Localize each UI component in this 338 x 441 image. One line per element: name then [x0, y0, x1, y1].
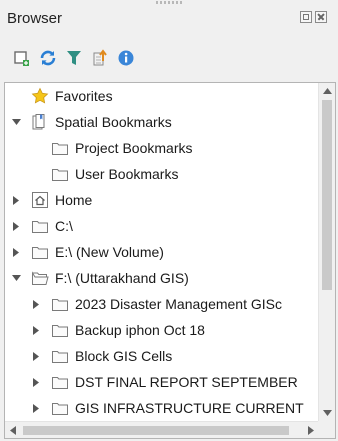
bookmark-icon: [31, 113, 49, 131]
scroll-down-icon[interactable]: [319, 405, 335, 421]
tree-item-label: Backup iphon Oct 18: [75, 322, 205, 338]
float-icon[interactable]: [300, 11, 312, 23]
tree-item-label: DST FINAL REPORT SEPTEMBER: [75, 374, 298, 390]
collapse-all-icon[interactable]: [90, 48, 110, 68]
scroll-right-icon[interactable]: [303, 422, 319, 438]
panel-drag-grip[interactable]: [156, 1, 182, 4]
chevron-right-icon[interactable]: [31, 317, 41, 343]
tree-item-label: E:\ (New Volume): [55, 244, 164, 260]
scrollbar-corner: [318, 421, 335, 438]
browser-tree: Favorites Spatial Bookmarks Project Bookma…: [4, 82, 336, 439]
star-icon: [31, 87, 49, 105]
chevron-down-icon[interactable]: [11, 109, 21, 135]
folder-icon: [31, 243, 49, 261]
filter-icon[interactable]: [64, 48, 84, 68]
scroll-up-icon[interactable]: [319, 83, 335, 99]
folder-icon: [51, 139, 69, 157]
tree-item-home[interactable]: Home: [5, 187, 319, 213]
vertical-scrollbar[interactable]: [318, 83, 335, 421]
folder-icon: [51, 399, 69, 417]
folder-icon: [51, 321, 69, 339]
tree-item-spatial-bookmarks[interactable]: Spatial Bookmarks: [5, 109, 319, 135]
folder-icon: [51, 347, 69, 365]
panel-titlebar: Browser: [0, 6, 338, 32]
tree-item-f-uttarakhand-gis[interactable]: F:\ (Uttarakhand GIS): [5, 265, 319, 291]
tree-item-block-gis-cells[interactable]: Block GIS Cells: [5, 343, 319, 369]
tree-item-label: C:\: [55, 218, 73, 234]
tree-item-label: Home: [55, 192, 93, 208]
tree-item-dst-final-report-september[interactable]: DST FINAL REPORT SEPTEMBER: [5, 369, 319, 395]
tree-item-label: Spatial Bookmarks: [55, 114, 172, 130]
folder-open-icon: [31, 269, 49, 287]
tree-item-label: GIS INFRASTRUCTURE CURRENT: [75, 400, 304, 416]
tree-item-label: Block GIS Cells: [75, 348, 173, 364]
scroll-left-icon[interactable]: [5, 422, 21, 438]
home-icon: [31, 191, 49, 209]
tree-rows: Favorites Spatial Bookmarks Project Bookma…: [5, 83, 319, 421]
chevron-down-icon[interactable]: [11, 265, 21, 291]
chevron-right-icon[interactable]: [31, 291, 41, 317]
tree-item-c[interactable]: C:\: [5, 213, 319, 239]
horizontal-scrollbar[interactable]: [5, 421, 319, 438]
chevron-right-icon[interactable]: [11, 239, 21, 265]
browser-toolbar: [12, 48, 136, 70]
chevron-right-icon[interactable]: [31, 369, 41, 395]
chevron-right-icon[interactable]: [11, 213, 21, 239]
close-icon[interactable]: [315, 11, 327, 23]
tree-item-e-new-volume[interactable]: E:\ (New Volume): [5, 239, 319, 265]
tree-item-2023-disaster-management-gisc[interactable]: 2023 Disaster Management GISc: [5, 291, 319, 317]
tree-item-label: Favorites: [55, 88, 113, 104]
chevron-right-icon[interactable]: [31, 395, 41, 421]
folder-icon: [51, 373, 69, 391]
horizontal-scroll-thumb[interactable]: [23, 426, 289, 435]
tree-item-backup-iphon-oct-18[interactable]: Backup iphon Oct 18: [5, 317, 319, 343]
folder-icon: [31, 217, 49, 235]
tree-item-project-bookmarks[interactable]: Project Bookmarks: [5, 135, 319, 161]
tree-item-label: Project Bookmarks: [75, 140, 193, 156]
folder-icon: [51, 165, 69, 183]
tree-item-label: 2023 Disaster Management GISc: [75, 296, 282, 312]
chevron-right-icon[interactable]: [11, 187, 21, 213]
folder-icon: [51, 295, 69, 313]
panel-title: Browser: [7, 10, 63, 27]
add-layer-icon[interactable]: [12, 48, 32, 68]
refresh-icon[interactable]: [38, 48, 58, 68]
info-icon[interactable]: [116, 48, 136, 68]
tree-item-gis-infrastructure-current[interactable]: GIS INFRASTRUCTURE CURRENT: [5, 395, 319, 421]
tree-item-user-bookmarks[interactable]: User Bookmarks: [5, 161, 319, 187]
vertical-scroll-thumb[interactable]: [322, 100, 332, 290]
tree-item-label: F:\ (Uttarakhand GIS): [55, 270, 189, 286]
chevron-right-icon[interactable]: [31, 343, 41, 369]
tree-item-favorites[interactable]: Favorites: [5, 83, 319, 109]
tree-item-label: User Bookmarks: [75, 166, 179, 182]
